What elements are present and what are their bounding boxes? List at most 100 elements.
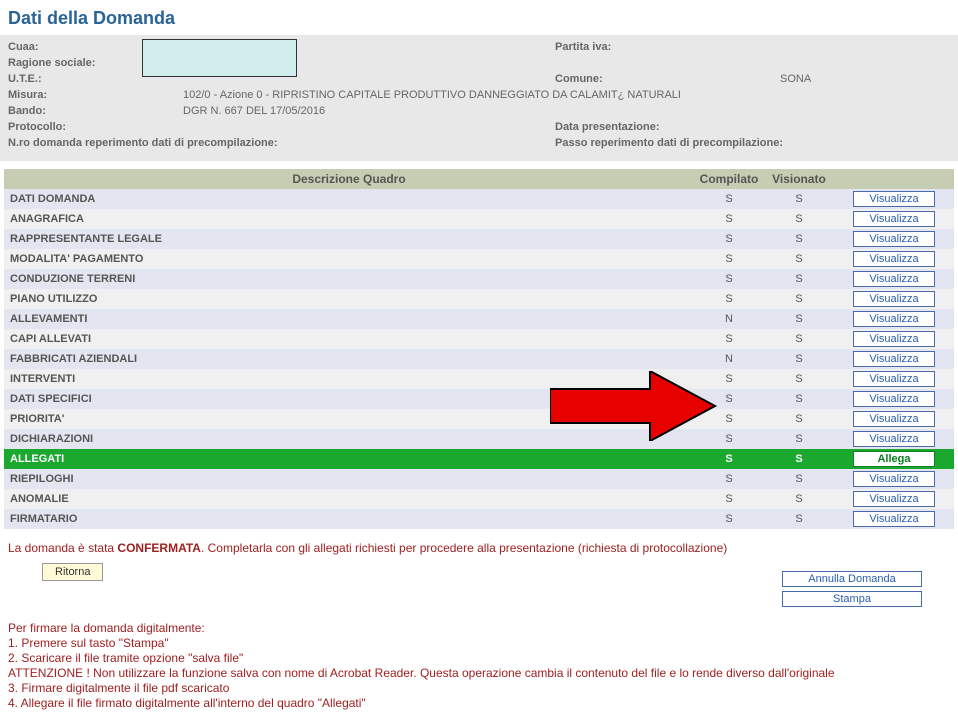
row-desc: CAPI ALLEVATI: [4, 329, 694, 349]
visualizza-button[interactable]: Visualizza: [853, 411, 935, 427]
row-compilato: S: [694, 329, 764, 349]
row-visionato: S: [764, 469, 834, 489]
row-compilato: S: [694, 409, 764, 429]
right-buttons: Annulla Domanda Stampa: [782, 571, 922, 611]
visualizza-button[interactable]: Visualizza: [853, 211, 935, 227]
row-desc: DATI SPECIFICI: [4, 389, 694, 409]
row-compilato: S: [694, 489, 764, 509]
row-action-cell: Allega: [834, 449, 954, 469]
label-piva: Partita iva:: [555, 39, 730, 55]
ritorna-button[interactable]: Ritorna: [42, 563, 103, 581]
row-compilato: S: [694, 469, 764, 489]
instr-line-5: 4. Allegare il file firmato digitalmente…: [8, 696, 950, 711]
row-visionato: S: [764, 489, 834, 509]
row-desc: MODALITA' PAGAMENTO: [4, 249, 694, 269]
row-action-cell: Visualizza: [834, 489, 954, 509]
value-misura: 102/0 - Azione 0 - RIPRISTINO CAPITALE P…: [183, 87, 681, 103]
visualizza-button[interactable]: Visualizza: [853, 191, 935, 207]
row-action-cell: Visualizza: [834, 469, 954, 489]
visualizza-button[interactable]: Visualizza: [853, 491, 935, 507]
row-action-cell: Visualizza: [834, 429, 954, 449]
row-compilato: S: [694, 229, 764, 249]
table-row: INTERVENTISSVisualizza: [4, 369, 954, 389]
row-compilato: N: [694, 309, 764, 329]
row-desc: PRIORITA': [4, 409, 694, 429]
table-row: FIRMATARIOSSVisualizza: [4, 509, 954, 529]
row-visionato: S: [764, 269, 834, 289]
row-desc: ALLEGATI: [4, 449, 694, 469]
label-precomp: N.ro domanda reperimento dati di precomp…: [8, 135, 278, 151]
row-desc: ANAGRAFICA: [4, 209, 694, 229]
label-passo: Passo reperimento dati di precompilazion…: [555, 135, 855, 151]
label-misura: Misura:: [8, 87, 133, 103]
row-compilato: S: [694, 189, 764, 209]
visualizza-button[interactable]: Visualizza: [853, 291, 935, 307]
visualizza-button[interactable]: Visualizza: [853, 251, 935, 267]
row-action-cell: Visualizza: [834, 509, 954, 529]
label-comune: Comune:: [555, 71, 730, 87]
row-desc: ANOMALIE: [4, 489, 694, 509]
table-row: DATI DOMANDASSVisualizza: [4, 189, 954, 209]
table-row: RIEPILOGHISSVisualizza: [4, 469, 954, 489]
visualizza-button[interactable]: Visualizza: [853, 391, 935, 407]
row-action-cell: Visualizza: [834, 309, 954, 329]
row-action-cell: Visualizza: [834, 389, 954, 409]
page-title: Dati della Domanda: [0, 0, 958, 35]
row-action-cell: Visualizza: [834, 189, 954, 209]
row-action-cell: Visualizza: [834, 209, 954, 229]
instr-line-3: ATTENZIONE ! Non utilizzare la funzione …: [8, 666, 950, 681]
row-desc: ALLEVAMENTI: [4, 309, 694, 329]
label-datapres: Data presentazione:: [555, 119, 730, 135]
row-desc: DICHIARAZIONI: [4, 429, 694, 449]
row-visionato: S: [764, 509, 834, 529]
row-compilato: S: [694, 269, 764, 289]
row-visionato: S: [764, 369, 834, 389]
row-action-cell: Visualizza: [834, 229, 954, 249]
redacted-block: [142, 39, 297, 77]
row-desc: PIANO UTILIZZO: [4, 289, 694, 309]
row-visionato: S: [764, 249, 834, 269]
stampa-button[interactable]: Stampa: [782, 591, 922, 607]
table-row: ALLEVAMENTINSVisualizza: [4, 309, 954, 329]
visualizza-button[interactable]: Visualizza: [853, 271, 935, 287]
table-row: ALLEGATISSAllega: [4, 449, 954, 469]
row-visionato: S: [764, 289, 834, 309]
quadri-table: Descrizione Quadro Compilato Visionato D…: [4, 169, 954, 529]
instr-line-4: 3. Firmare digitalmente il file pdf scar…: [8, 681, 950, 696]
row-action-cell: Visualizza: [834, 349, 954, 369]
label-protocollo: Protocollo:: [8, 119, 133, 135]
row-visionato: S: [764, 189, 834, 209]
row-visionato: S: [764, 429, 834, 449]
row-visionato: S: [764, 209, 834, 229]
table-row: FABBRICATI AZIENDALINSVisualizza: [4, 349, 954, 369]
label-bando: Bando:: [8, 103, 133, 119]
row-visionato: S: [764, 409, 834, 429]
row-action-cell: Visualizza: [834, 369, 954, 389]
row-compilato: S: [694, 449, 764, 469]
row-desc: FIRMATARIO: [4, 509, 694, 529]
visualizza-button[interactable]: Visualizza: [853, 311, 935, 327]
row-compilato: N: [694, 349, 764, 369]
instr-line-2: 2. Scaricare il file tramite opzione "sa…: [8, 651, 950, 666]
row-compilato: S: [694, 249, 764, 269]
visualizza-button[interactable]: Visualizza: [853, 231, 935, 247]
row-action-cell: Visualizza: [834, 289, 954, 309]
visualizza-button[interactable]: Visualizza: [853, 331, 935, 347]
table-row: ANAGRAFICASSVisualizza: [4, 209, 954, 229]
row-action-cell: Visualizza: [834, 249, 954, 269]
label-ragione: Ragione sociale:: [8, 55, 133, 71]
status-message: La domanda è stata CONFERMATA. Completar…: [0, 529, 958, 559]
visualizza-button[interactable]: Visualizza: [853, 371, 935, 387]
row-compilato: S: [694, 209, 764, 229]
visualizza-button[interactable]: Visualizza: [853, 431, 935, 447]
row-action-cell: Visualizza: [834, 409, 954, 429]
allega-button[interactable]: Allega: [853, 451, 935, 467]
row-action-cell: Visualizza: [834, 329, 954, 349]
visualizza-button[interactable]: Visualizza: [853, 471, 935, 487]
annulla-domanda-button[interactable]: Annulla Domanda: [782, 571, 922, 587]
visualizza-button[interactable]: Visualizza: [853, 511, 935, 527]
table-row: DATI SPECIFICISSVisualizza: [4, 389, 954, 409]
row-compilato: S: [694, 289, 764, 309]
visualizza-button[interactable]: Visualizza: [853, 351, 935, 367]
row-visionato: S: [764, 349, 834, 369]
